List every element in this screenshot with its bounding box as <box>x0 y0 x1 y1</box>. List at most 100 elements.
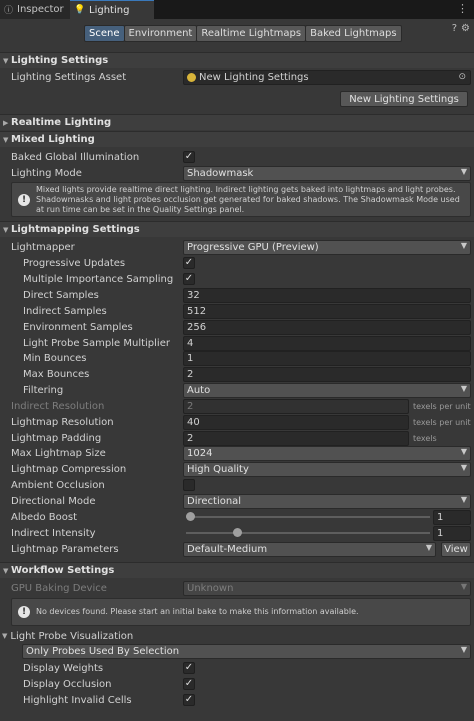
chevron-down-icon: ▼ <box>460 446 467 456</box>
workflow-settings-title: Workflow Settings <box>11 565 115 576</box>
gpu-device-label: GPU Baking Device <box>11 582 107 594</box>
directional-mode-row: Directional Mode Directional ▼ <box>0 493 474 509</box>
display-occlusion-checkbox[interactable]: ✓ <box>183 678 195 690</box>
expanded-arrow-icon: ▼ <box>2 632 8 640</box>
chevron-down-icon: ▼ <box>425 542 432 552</box>
probe-vis-foldout[interactable]: ▼ Light Probe Visualization <box>2 631 133 642</box>
indirect-intensity-input[interactable]: 1 <box>433 525 471 541</box>
lightmap-padding-input[interactable]: 2 <box>183 430 409 446</box>
window-menu-icon[interactable]: ⋮ <box>457 2 468 15</box>
lightmapper-value: Progressive GPU (Preview) <box>187 241 319 253</box>
lighting-mode-dropdown[interactable]: Shadowmask ▼ <box>183 165 471 181</box>
directional-mode-dropdown[interactable]: Directional ▼ <box>183 493 471 509</box>
lighting-mode-row: Lighting Mode Shadowmask ▼ <box>0 165 474 181</box>
albedo-boost-slider[interactable] <box>186 510 430 524</box>
slider-thumb[interactable] <box>186 512 195 521</box>
display-weights-row: Display Weights ✓ <box>0 660 474 676</box>
min-bounces-label: Min Bounces <box>23 352 87 364</box>
lightmapper-dropdown[interactable]: Progressive GPU (Preview) ▼ <box>183 239 471 255</box>
probe-vis-mode-row: Only Probes Used By Selection ▼ <box>0 643 474 659</box>
settings-gear-icon[interactable]: ⚙ <box>461 23 470 34</box>
workflow-help-text: No devices found. Please start an initia… <box>36 607 359 616</box>
lighting-settings-asset-row: Lighting Settings Asset New Lighting Set… <box>0 69 474 85</box>
chevron-down-icon: ▼ <box>460 644 467 654</box>
max-bounces-input[interactable]: 2 <box>183 366 471 382</box>
scope-tabs: Scene Environment Realtime Lightmaps Bak… <box>84 25 402 42</box>
realtime-lighting-title: Realtime Lighting <box>11 117 112 128</box>
new-lighting-settings-button[interactable]: New Lighting Settings <box>340 91 468 107</box>
albedo-boost-label: Albedo Boost <box>11 511 77 523</box>
indirect-intensity-slider[interactable] <box>186 526 430 540</box>
probe-mult-label: Light Probe Sample Multiplier <box>23 337 170 349</box>
max-bounces-row: Max Bounces 2 <box>0 366 474 382</box>
tab-baked-lightmaps[interactable]: Baked Lightmaps <box>305 25 402 42</box>
mixed-lighting-help-text: Mixed lights provide realtime direct lig… <box>36 184 460 214</box>
lightmap-params-dropdown[interactable]: Default-Medium ▼ <box>183 541 436 557</box>
tab-realtime-lightmaps[interactable]: Realtime Lightmaps <box>196 25 307 42</box>
lighting-tab[interactable]: 💡 Lighting <box>70 0 154 19</box>
lightmap-padding-unit: texels <box>413 433 437 443</box>
mis-checkbox[interactable]: ✓ <box>183 273 195 285</box>
direct-samples-input[interactable]: 32 <box>183 287 471 303</box>
inspector-tab[interactable]: ⓘ Inspector <box>0 0 70 19</box>
lighting-settings-asset-value: New Lighting Settings <box>199 71 309 83</box>
env-samples-input[interactable]: 256 <box>183 319 471 335</box>
slider-track <box>186 532 430 534</box>
baked-gi-label: Baked Global Illumination <box>11 151 140 163</box>
albedo-boost-input[interactable]: 1 <box>433 509 471 525</box>
display-weights-checkbox[interactable]: ✓ <box>183 662 195 674</box>
indirect-samples-input[interactable]: 512 <box>183 303 471 319</box>
baked-gi-checkbox[interactable]: ✓ <box>183 151 195 163</box>
lightmap-padding-row: Lightmap Padding 2 texels <box>0 430 474 446</box>
lighting-mode-value: Shadowmask <box>187 167 254 179</box>
lighting-settings-asset-field[interactable]: New Lighting Settings ⊙ <box>183 69 471 85</box>
lightmapping-settings-header[interactable]: ▼ Lightmapping Settings <box>0 221 474 237</box>
ambient-occlusion-checkbox[interactable] <box>183 479 195 491</box>
display-weights-label: Display Weights <box>23 662 104 674</box>
view-button[interactable]: View <box>441 541 471 557</box>
filtering-dropdown[interactable]: Auto ▼ <box>183 382 471 398</box>
chevron-down-icon: ▼ <box>460 581 467 591</box>
lightmap-compression-dropdown[interactable]: High Quality ▼ <box>183 461 471 477</box>
lightmap-compression-value: High Quality <box>187 463 249 475</box>
workflow-helpbox: ! No devices found. Please start an init… <box>11 598 471 626</box>
window-tab-bar: ⓘ Inspector 💡 Lighting ⋮ <box>0 0 474 19</box>
max-lightmap-size-value: 1024 <box>187 447 213 459</box>
expanded-arrow-icon: ▼ <box>3 225 9 234</box>
inspector-icon: ⓘ <box>4 6 14 16</box>
lightmap-params-value: Default-Medium <box>187 543 268 555</box>
progressive-updates-label: Progressive Updates <box>23 257 126 269</box>
lighting-settings-header[interactable]: ▼ Lighting Settings <box>0 52 474 68</box>
direct-samples-label: Direct Samples <box>23 289 99 301</box>
object-picker-icon[interactable]: ⊙ <box>458 72 466 82</box>
workflow-settings-header[interactable]: ▼ Workflow Settings <box>0 562 474 578</box>
progressive-updates-checkbox[interactable]: ✓ <box>183 257 195 269</box>
lightmap-compression-label: Lightmap Compression <box>11 463 127 475</box>
help-icon[interactable]: ? <box>452 23 457 34</box>
collapsed-arrow-icon: ▶ <box>3 118 9 127</box>
mixed-lighting-header[interactable]: ▼ Mixed Lighting <box>0 131 474 147</box>
gpu-device-value: Unknown <box>187 582 234 594</box>
max-lightmap-size-dropdown[interactable]: 1024 ▼ <box>183 445 471 461</box>
max-bounces-label: Max Bounces <box>23 368 90 380</box>
lightmap-resolution-input[interactable]: 40 <box>183 414 409 430</box>
tab-environment[interactable]: Environment <box>123 25 198 42</box>
indirect-resolution-input: 2 <box>183 398 409 414</box>
mis-row: Multiple Importance Sampling ✓ <box>0 271 474 287</box>
highlight-invalid-checkbox[interactable]: ✓ <box>183 694 195 706</box>
ambient-occlusion-row: Ambient Occlusion <box>0 477 474 493</box>
slider-thumb[interactable] <box>233 528 242 537</box>
probe-vis-mode-value: Only Probes Used By Selection <box>26 645 180 657</box>
lightmapper-row: Lightmapper Progressive GPU (Preview) ▼ <box>0 239 474 255</box>
lightbulb-icon: 💡 <box>74 5 86 15</box>
filtering-row: Filtering Auto ▼ <box>0 382 474 398</box>
display-occlusion-row: Display Occlusion ✓ <box>0 676 474 692</box>
probe-mult-input[interactable]: 4 <box>183 335 471 351</box>
realtime-lighting-header[interactable]: ▶ Realtime Lighting <box>0 114 474 130</box>
probe-vis-row[interactable]: ▼ Light Probe Visualization <box>0 628 474 644</box>
display-occlusion-label: Display Occlusion <box>23 678 112 690</box>
lightmap-params-label: Lightmap Parameters <box>11 543 119 555</box>
min-bounces-input[interactable]: 1 <box>183 350 471 366</box>
probe-vis-mode-dropdown[interactable]: Only Probes Used By Selection ▼ <box>22 643 471 659</box>
tab-scene[interactable]: Scene <box>84 25 125 42</box>
